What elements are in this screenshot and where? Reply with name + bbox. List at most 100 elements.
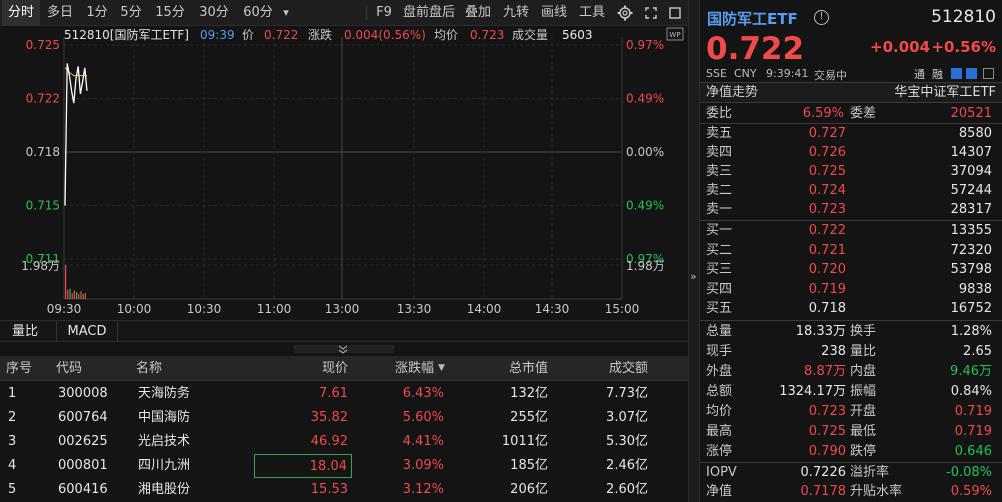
sort-desc-icon[interactable]: ▼ — [438, 356, 450, 381]
chart-info-text: 0.722 — [264, 28, 298, 42]
row-name[interactable]: 中国海防 — [138, 406, 190, 430]
toolbar-divider — [366, 6, 367, 20]
nav-stat-row: 净值 0.7178 升贴水率 0.59% — [700, 482, 1002, 501]
table-row[interactable]: 2 600764 中国海防 35.82 5.60% 255亿 3.07亿 — [0, 406, 688, 430]
header-market-cap[interactable]: 总市值 — [452, 356, 548, 381]
table-row[interactable]: 3 002625 光启技术 46.92 4.41% 1011亿 5.30亿 — [0, 430, 688, 454]
row-code: 600416 — [58, 482, 108, 497]
badge-rong: 融 — [932, 68, 943, 81]
settings-gear-icon[interactable] — [614, 0, 636, 26]
tab-macd[interactable]: MACD — [56, 321, 118, 342]
expand-icon[interactable] — [640, 0, 662, 26]
header-price[interactable]: 现价 — [250, 356, 348, 381]
stat-label: 净值 — [706, 484, 733, 499]
chart-info-text: 5603 — [562, 28, 593, 42]
header-name[interactable]: 名称 — [136, 356, 162, 381]
stat-row: 外盘 8.87万 内盘 9.46万 — [700, 362, 1002, 381]
ask-row[interactable]: 卖二 0.724 57244 — [700, 181, 1002, 200]
chart-info-text: 0.004(0.56%) — [344, 28, 426, 42]
bid-label: 买二 — [706, 242, 733, 258]
header-no[interactable]: 序号 — [6, 356, 32, 381]
stat-label: 涨停 — [706, 444, 733, 459]
info-icon[interactable]: ! — [814, 10, 829, 25]
header-amount[interactable]: 成交额 — [552, 356, 648, 381]
header-code[interactable]: 代码 — [56, 356, 82, 381]
row-name[interactable]: 湘电股份 — [138, 478, 190, 502]
row-pct: 5.60% — [402, 410, 444, 425]
security-name[interactable]: 国防军工ETF — [707, 8, 798, 29]
tab-15min[interactable]: 15分 — [152, 0, 188, 26]
window-icon[interactable] — [983, 68, 994, 79]
bid-price: 0.719 — [808, 281, 846, 297]
fullscreen-icon[interactable] — [664, 0, 686, 26]
exchange-label: SSE — [706, 67, 727, 80]
bid-row[interactable]: 买一 0.722 13355 — [700, 221, 1002, 240]
row-amount: 2.60亿 — [606, 482, 648, 497]
tab-30min[interactable]: 30分 — [196, 0, 232, 26]
ask-row[interactable]: 卖三 0.725 37094 — [700, 162, 1002, 181]
row-amount: 7.73亿 — [606, 386, 648, 401]
bid-row[interactable]: 买五 0.718 16752 — [700, 299, 1002, 318]
stat-value: 2.65 — [963, 344, 992, 359]
bid-row[interactable]: 买三 0.720 53798 — [700, 260, 1002, 279]
ask-row[interactable]: 卖四 0.726 14307 — [700, 143, 1002, 162]
nav-trend-label[interactable]: 净值走势 — [706, 83, 758, 102]
stat-value: 0.7178 — [800, 484, 847, 499]
chart-info-text: 0.723 — [470, 28, 504, 42]
ask-row[interactable]: 卖五 0.727 8580 — [700, 124, 1002, 143]
tools-button[interactable]: 工具 — [576, 0, 608, 26]
table-row[interactable]: 4 000801 四川九洲 18.04 3.09% 185亿 2.46亿 — [0, 454, 688, 478]
row-cap: 185亿 — [510, 458, 548, 473]
stat-row: 均价 0.723 开盘 0.719 — [700, 402, 1002, 421]
y-axis-label-right: 0.49% — [626, 199, 664, 213]
nav-row[interactable]: 净值走势 华宝中证军工ETF — [700, 83, 1002, 102]
stat-row: 涨停 0.790 跌停 0.646 — [700, 442, 1002, 461]
stat-label: 最低 — [850, 424, 877, 439]
row-price: 35.82 — [310, 410, 348, 425]
security-code: 512810 — [931, 7, 996, 27]
price-line — [64, 63, 88, 206]
f9-button[interactable]: F9 — [372, 0, 396, 26]
stat-label: 跌停 — [850, 444, 877, 459]
panel-expand-chevron-icon[interactable]: » — [690, 270, 697, 283]
tab-multiday[interactable]: 多日 — [42, 0, 78, 26]
tab-60min[interactable]: 60分 — [240, 0, 276, 26]
tab-5min[interactable]: 5分 — [116, 0, 146, 26]
header-pct[interactable]: 涨跌幅 — [352, 356, 434, 381]
tab-volume-ratio[interactable]: 量比 — [6, 321, 44, 342]
ask-row[interactable]: 卖一 0.723 28317 — [700, 200, 1002, 219]
panel-splitter[interactable]: » — [688, 0, 700, 502]
price-change-pct: +0.56% — [931, 38, 996, 56]
chart-info-text: 成交量 — [512, 27, 548, 42]
bid-row[interactable]: 买四 0.719 9838 — [700, 280, 1002, 299]
overlay-button[interactable]: 叠加 — [462, 0, 494, 26]
volume-bar — [65, 265, 67, 299]
draw-line-button[interactable]: 画线 — [538, 0, 570, 26]
x-axis-label: 09:30 — [47, 302, 82, 316]
pre-post-market-button[interactable]: 盘前盘后 — [400, 0, 458, 26]
stat-value: 1.28% — [950, 324, 992, 339]
link-icon[interactable] — [966, 68, 977, 79]
collapse-bar[interactable] — [0, 342, 688, 356]
row-name[interactable]: 天海防务 — [138, 382, 190, 406]
quote-time: 9:39:41 — [766, 67, 809, 80]
nine-turn-button[interactable]: 九转 — [500, 0, 532, 26]
y-axis-label-right: 0.97% — [626, 38, 664, 52]
x-axis-label: 15:00 — [605, 302, 640, 316]
stat-label: 最高 — [706, 424, 733, 439]
intraday-chart[interactable]: 0.725 0.97% 0.722 0.49% 0.718 0.00% 0.715 0.49%… — [0, 27, 688, 317]
intraday-chart-svg: 0.725 0.97% 0.722 0.49% 0.718 0.00% 0.715 0.49%… — [21, 27, 684, 316]
tab-intraday[interactable]: 分时 — [2, 0, 40, 26]
bid-volume: 53798 — [950, 262, 992, 278]
row-name[interactable]: 光启技术 — [138, 430, 190, 454]
tab-1min[interactable]: 1分 — [82, 0, 112, 26]
stat-value: 238 — [821, 344, 846, 359]
table-row[interactable]: 5 600416 湘电股份 15.53 3.12% 206亿 2.60亿 — [0, 478, 688, 502]
row-name[interactable]: 四川九洲 — [138, 454, 190, 478]
table-row[interactable]: 1 300008 天海防务 7.61 6.43% 132亿 7.73亿 — [0, 382, 688, 406]
bid-row[interactable]: 买二 0.721 72320 — [700, 241, 1002, 260]
y-axis-label-left: 0.715 — [26, 199, 60, 213]
more-periods-chevron-icon[interactable]: ▾ — [278, 0, 294, 26]
bid-label: 买三 — [706, 262, 733, 278]
edit-icon[interactable] — [951, 68, 962, 79]
